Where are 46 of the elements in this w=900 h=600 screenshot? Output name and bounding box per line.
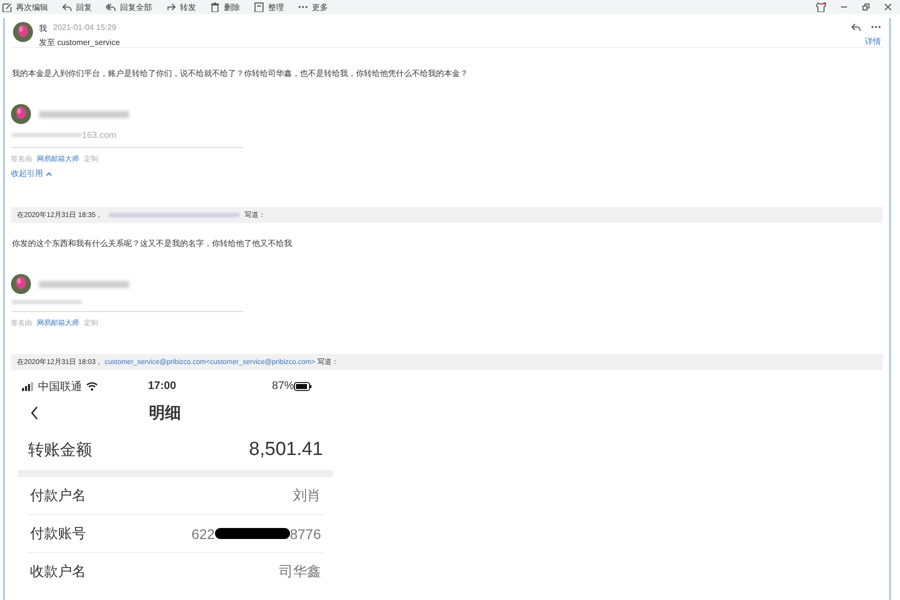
quote-body: 你发的这个东西和我有什么关系呢？这又不是我的名字，你转给他了他又不给我 xyxy=(12,238,293,249)
trash-icon xyxy=(210,2,220,12)
reply-icon[interactable] xyxy=(851,22,861,31)
reply-all-button[interactable]: 回复全部 xyxy=(106,2,152,12)
edit-button[interactable]: 再次编辑 xyxy=(2,2,48,12)
archive-button[interactable]: 整理 xyxy=(254,2,284,12)
avatar xyxy=(11,104,31,124)
caret-up-icon[interactable] xyxy=(46,172,52,176)
field-label: 付款户名 xyxy=(30,486,86,504)
field-label: 付款账号 xyxy=(30,524,86,542)
status-time: 17:00 xyxy=(148,380,178,392)
message-body: 我的本金是入到你们平台，账户是转给了你们，说不给就不给了？你转给司华鑫，也不是转给我，你转给他凭什么不给我的本金？ xyxy=(12,68,469,79)
reply-icon xyxy=(62,2,72,12)
battery-icon xyxy=(294,382,312,390)
forward-icon xyxy=(166,2,176,12)
account-number: 622 xyxy=(191,526,215,542)
signal-icon xyxy=(22,382,34,390)
details-link[interactable]: 详情 xyxy=(865,36,881,47)
trash-button[interactable]: 删除 xyxy=(210,2,240,12)
edit-icon xyxy=(2,2,12,12)
screen-title: 明细 xyxy=(149,404,181,424)
field-value: 刘肖 xyxy=(293,486,321,504)
collapse-quote-link[interactable]: 收起引用 xyxy=(11,168,43,179)
amount-label: 转账金额 xyxy=(28,440,92,460)
field-label: 收款户名 xyxy=(30,562,86,580)
reply-button[interactable]: 回复 xyxy=(62,2,92,12)
forward-button[interactable]: 转发 xyxy=(166,2,196,12)
reply-all-icon xyxy=(106,2,116,12)
more-button[interactable]: 更多 xyxy=(298,2,328,12)
account-number: 8776 xyxy=(290,526,321,542)
wifi-icon xyxy=(86,382,98,390)
restore-icon[interactable] xyxy=(862,3,870,11)
sent-time: 2021-01-04 15:29 xyxy=(53,23,116,34)
close-icon[interactable] xyxy=(884,3,892,11)
recipient-line: 发至 customer_service xyxy=(39,37,121,48)
shirt-icon[interactable] xyxy=(816,2,826,12)
sender-name: 我 xyxy=(39,23,47,34)
signature-email: 163.com xyxy=(82,130,117,140)
battery-percent: 87% xyxy=(272,380,294,392)
amount-value: 8,501.41 xyxy=(249,439,323,461)
back-icon[interactable] xyxy=(30,406,39,420)
avatar xyxy=(13,22,33,42)
archive-icon xyxy=(254,2,264,12)
carrier-name: 中国联通 xyxy=(38,380,82,394)
field-value: 司华鑫 xyxy=(279,562,321,580)
avatar xyxy=(11,274,31,294)
